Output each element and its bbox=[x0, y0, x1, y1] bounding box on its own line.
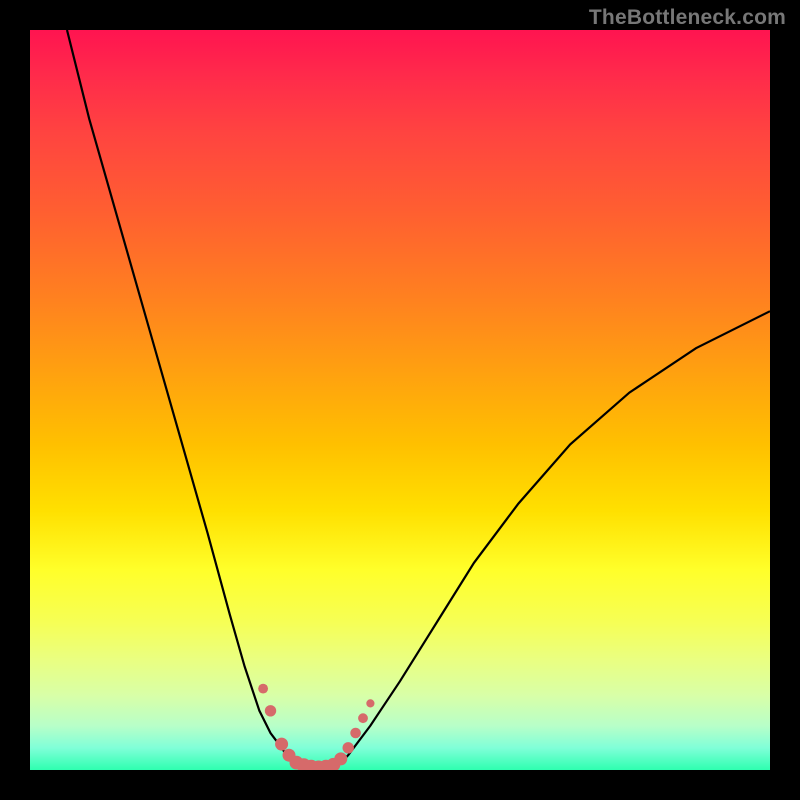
curve-marker bbox=[334, 752, 347, 765]
curve-marker bbox=[343, 742, 354, 753]
chart-svg bbox=[30, 30, 770, 770]
curve-marker bbox=[366, 699, 374, 707]
curve-marker bbox=[358, 713, 368, 723]
curve-markers bbox=[258, 684, 374, 770]
bottleneck-curve bbox=[67, 30, 770, 769]
curve-marker bbox=[265, 705, 276, 716]
plot-area bbox=[30, 30, 770, 770]
curve-marker bbox=[258, 684, 268, 694]
curve-marker bbox=[275, 738, 288, 751]
watermark-text: TheBottleneck.com bbox=[589, 6, 786, 30]
chart-frame: TheBottleneck.com bbox=[0, 0, 800, 800]
curve-marker bbox=[350, 728, 361, 739]
